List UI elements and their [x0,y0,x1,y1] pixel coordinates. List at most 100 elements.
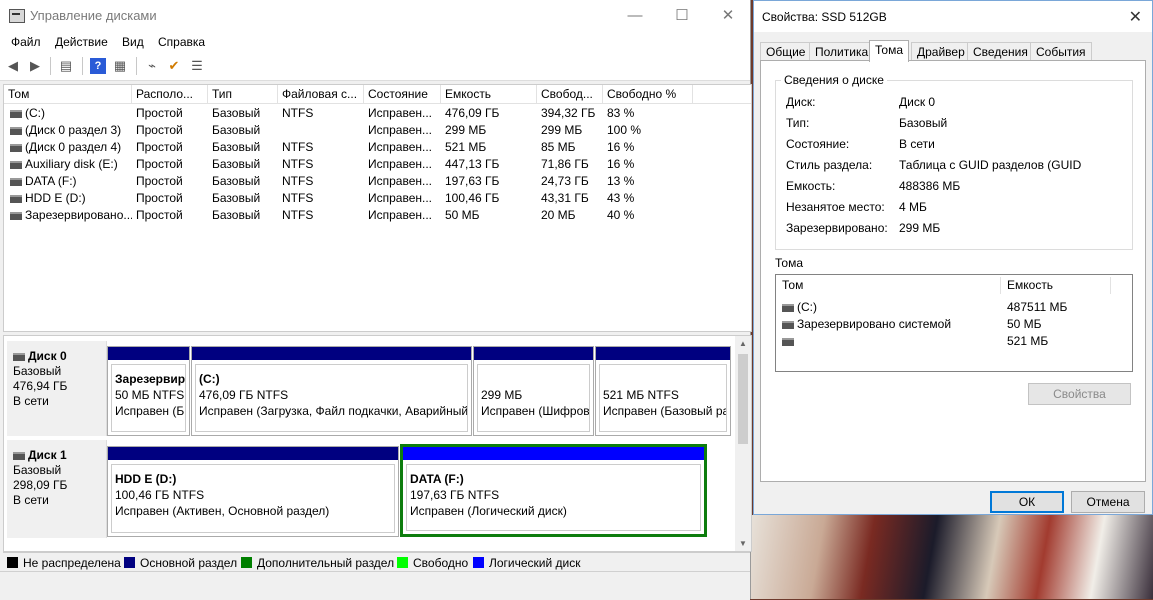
list-view-icon[interactable]: ▤ [58,58,74,74]
tab-policy[interactable]: Политика [809,42,875,61]
connect-disk-icon[interactable]: ⌁ [144,58,160,74]
ok-button[interactable]: ОК [990,491,1064,513]
table-row[interactable]: Auxiliary disk (E:) Простой Базовый NTFS Исп… [4,156,751,173]
partition-reserved[interactable]: Зарезервир 50 МБ NTFS Исправен (Б [107,346,190,436]
table-row[interactable]: Зарезервировано... Простой Базовый NTFS Испр… [4,207,751,224]
list-item[interactable]: Зарезервировано системой [782,317,951,331]
tab-events[interactable]: События [1030,42,1092,61]
properties-icon[interactable]: ▦ [112,58,128,74]
scroll-up-icon[interactable]: ▲ [735,339,751,348]
partition-d[interactable]: HDD E (D:) 100,46 ГБ NTFS Исправен (Активе… [107,446,399,537]
column-header-type[interactable]: Тип [208,85,278,103]
cell-text: NTFS [282,106,314,120]
column-header-layout[interactable]: Располо... [132,85,208,103]
partition-f[interactable]: DATA (F:) 197,63 ГБ NTFS Исправен (Логичес… [400,444,707,537]
disk-status: В сети [13,394,49,408]
maximize-button[interactable]: ☐ [659,0,705,31]
table-row[interactable]: DATA (F:) Простой Базовый NTFS Исправен... 19… [4,173,751,190]
legend-label: Дополнительный раздел [257,556,395,570]
list-item[interactable]: (C:) [782,300,817,314]
scrollbar-thumb[interactable] [738,354,748,444]
cell-text: Базовый [212,191,261,205]
close-button[interactable]: ✕ [705,0,751,31]
column-header-filesystem[interactable]: Файловая с... [278,85,364,103]
legend-item: Логический диск [473,556,581,570]
legend-item: Основной раздел [124,556,237,570]
cell-text: 100 % [607,123,642,137]
cell-text: 43,31 ГБ [541,191,589,205]
table-cell: Базовый [208,207,278,224]
table-cell: 447,13 ГБ [441,156,537,173]
partition-4[interactable]: 521 МБ NTFS Исправен (Базовый ра [595,346,731,436]
cell-text: DATA (F:) [25,174,77,188]
partition-c[interactable]: (C:) 476,09 ГБ NTFS Исправен (Загрузка, Фа… [191,346,472,436]
menu-view[interactable]: Вид [122,35,144,49]
minimize-button[interactable]: — [612,0,658,31]
tab-volumes[interactable]: Тома [869,40,909,62]
disk-view-scrollbar[interactable]: ▲ ▼ [735,336,751,551]
tab-general[interactable]: Общие [760,42,812,61]
cell-text: 16 % [607,157,635,171]
volume-icon [782,303,794,312]
volumes-column-volume[interactable]: Том [776,277,1001,294]
cell-text: 50 МБ [445,208,480,222]
volumes-column-capacity[interactable]: Емкость [1001,277,1111,294]
cell-text: Базовый [212,157,261,171]
scroll-down-icon[interactable]: ▼ [735,539,751,548]
menu-help[interactable]: Справка [158,35,205,49]
menu-action[interactable]: Действие [55,35,108,49]
column-header-status[interactable]: Состояние [364,85,441,103]
cell-text: Исправен... [368,191,433,205]
table-cell: NTFS [278,207,364,224]
disk-icon [13,451,25,460]
help-icon[interactable]: ? [90,58,106,74]
volume-icon [10,143,22,152]
disk-1-label[interactable]: Диск 1 Базовый 298,09 ГБ В сети [7,440,107,538]
table-cell: 100 % [603,122,693,139]
table-row[interactable]: (C:) Простой Базовый NTFS Исправен... 476,09 … [4,105,751,122]
settings-list-icon[interactable]: ☰ [189,58,205,74]
volume-icon [10,177,22,186]
table-cell: DATA (F:) [4,173,132,190]
cell-text: 299 МБ [445,123,487,137]
back-arrow-icon[interactable]: ◀ [5,58,21,74]
cell-text: Базовый [212,174,261,188]
cell-text: Исправен... [368,106,433,120]
cell-text: 20 МБ [541,208,576,222]
cell-text: Исправен... [368,174,433,188]
table-row[interactable]: (Диск 0 раздел 4) Простой Базовый NTFS Испра… [4,139,751,156]
dialog-title: Свойства: SSD 512GB [762,10,887,24]
cell-text: NTFS [282,208,314,222]
forward-arrow-icon[interactable]: ▶ [27,58,43,74]
partition-status: Исправен (Логический диск) [410,504,567,518]
table-cell: Зарезервировано... [4,207,132,224]
column-header-free-percent[interactable]: Свободно % [603,85,693,103]
cell-text: 299 МБ [541,123,583,137]
partition-3[interactable]: 299 МБ Исправен (Шифров [473,346,594,436]
partition-size: 197,63 ГБ NTFS [410,488,500,502]
tab-driver[interactable]: Драйвер [911,42,971,61]
partition-status: Исправен (Базовый ра [603,404,727,418]
column-header-free[interactable]: Свобод... [537,85,603,103]
cell-text: Базовый [212,208,261,222]
cell-text: Простой [136,174,183,188]
table-row[interactable]: (Диск 0 раздел 3) Простой Базовый Исправен.… [4,122,751,139]
menu-file[interactable]: Файл [11,35,41,49]
table-row[interactable]: HDD E (D:) Простой Базовый NTFS Исправен... 1… [4,190,751,207]
cell-text: 13 % [607,174,635,188]
volume-properties-button[interactable]: Свойства [1028,383,1131,405]
partition-size: 521 МБ NTFS [603,388,679,402]
info-value: Диск 0 [899,95,936,109]
check-icon[interactable]: ✔ [166,58,182,74]
disk-0-label[interactable]: Диск 0 Базовый 476,94 ГБ В сети [7,341,107,436]
volume-icon [10,160,22,169]
dialog-close-button[interactable]: ✕ [1129,7,1142,27]
tab-details[interactable]: Сведения [967,42,1034,61]
list-item[interactable] [782,334,797,348]
table-cell: Простой [132,139,208,156]
legend-swatch [241,557,252,568]
table-cell: Исправен... [364,173,441,190]
column-header-volume[interactable]: Том [4,85,132,103]
column-header-capacity[interactable]: Емкость [441,85,537,103]
cancel-button[interactable]: Отмена [1071,491,1145,513]
